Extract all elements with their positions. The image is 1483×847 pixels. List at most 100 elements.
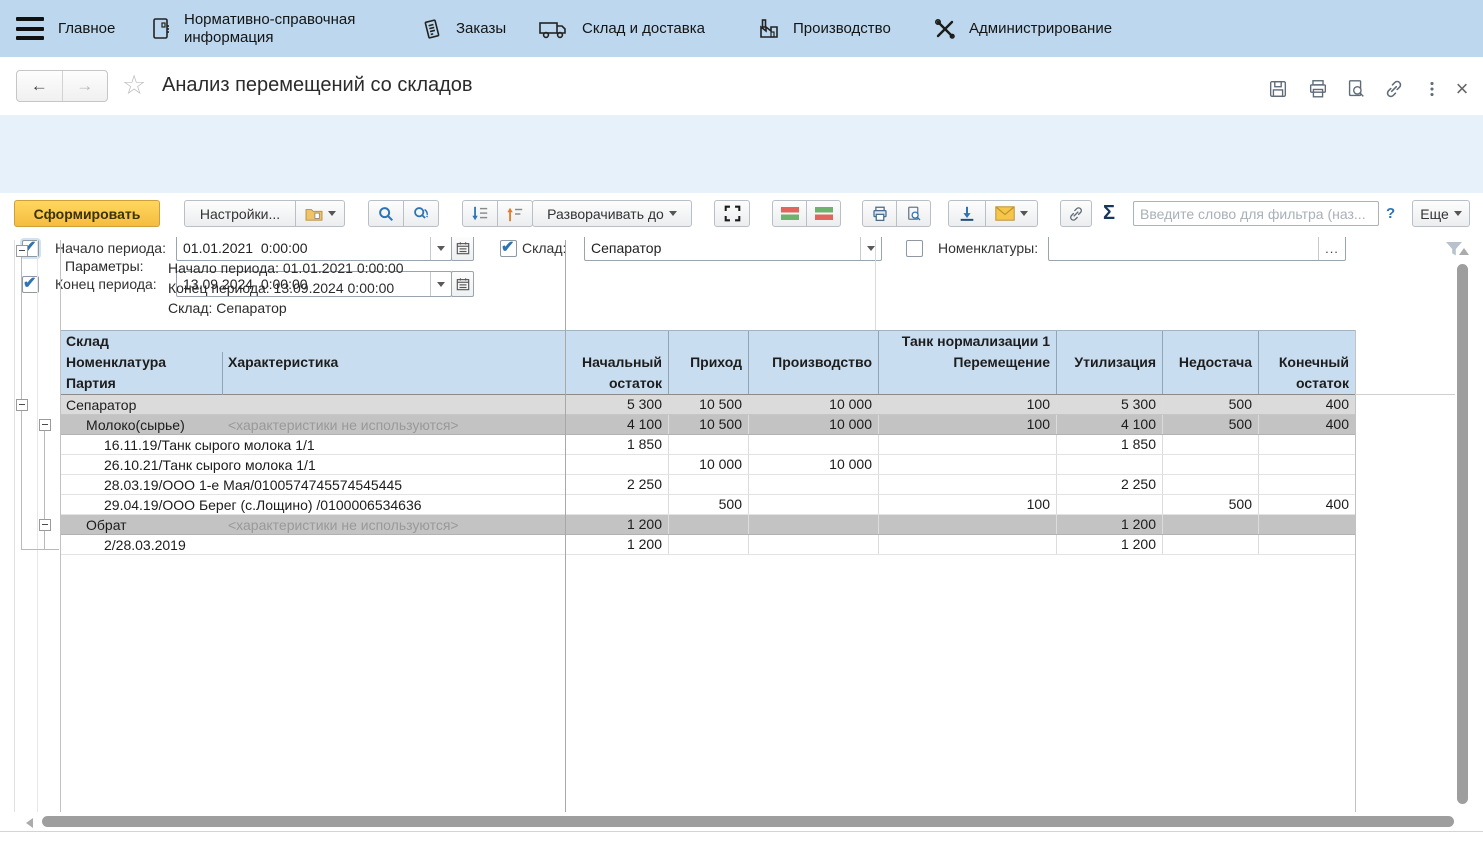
table-row[interactable]: Обрат<характеристики не используются>1 2… [60,515,1355,535]
expand-levels-button[interactable] [462,200,498,227]
cell-value[interactable] [1162,535,1258,554]
warehouse-checkbox[interactable] [500,240,517,257]
cell-value[interactable]: 4 100 [565,415,668,434]
table-row[interactable]: 29.04.19/ООО Берег (с.Лощино) /010000653… [60,495,1355,515]
cell-value[interactable]: 400 [1258,395,1355,414]
collapse-toggle[interactable] [39,519,51,531]
cell-value[interactable]: 400 [1258,495,1355,514]
cell-value[interactable] [1258,475,1355,494]
back-button[interactable]: ← [17,71,62,101]
cell-value[interactable] [1162,475,1258,494]
cell-value[interactable]: 500 [1162,415,1258,434]
table-row[interactable]: 2/28.03.20191 2001 200 [60,535,1355,555]
cell-value[interactable] [1258,455,1355,474]
more-dots-icon[interactable] [1420,77,1444,101]
chevron-down-icon[interactable] [860,236,881,260]
hamburger-menu-icon[interactable] [16,17,44,40]
cell-value[interactable]: 1 200 [565,535,668,554]
cell-value[interactable] [748,495,878,514]
row-label-cell[interactable]: Молоко(сырье)<характеристики не использу… [60,415,565,434]
cell-value[interactable] [668,515,748,534]
cell-value[interactable]: 5 300 [565,395,668,414]
cell-value[interactable]: 1 850 [1056,435,1162,454]
cell-value[interactable]: 500 [668,495,748,514]
scroll-up-arrow[interactable] [1459,248,1469,255]
cell-value[interactable]: 1 200 [565,515,668,534]
close-icon[interactable]: × [1450,77,1474,101]
quick-filter-input[interactable] [1133,201,1379,226]
cell-value[interactable]: 4 100 [1056,415,1162,434]
sum-sigma-button[interactable]: Σ [1103,200,1115,227]
cell-value[interactable]: 10 000 [748,415,878,434]
header-cell[interactable]: Приход [668,331,748,394]
header-cell[interactable]: Танк нормализации 1Перемещение [878,331,1056,394]
cell-value[interactable] [878,515,1056,534]
warehouse-input[interactable] [585,236,860,260]
cell-value[interactable] [878,535,1056,554]
table-row[interactable]: 28.03.19/ООО 1-е Мая/0100574745574545445… [60,475,1355,495]
header-cell[interactable]: Конечныйостаток [1258,331,1355,394]
fullscreen-button[interactable] [714,200,750,227]
menu-item-orders[interactable]: Заказы [420,0,506,57]
cell-value[interactable]: 10 000 [748,395,878,414]
settings-button[interactable]: Настройки... [184,200,296,227]
favorite-star-icon[interactable]: ☆ [122,70,146,100]
send-mail-button[interactable] [985,200,1038,227]
vertical-scrollbar[interactable] [1457,264,1468,804]
menu-item-main[interactable]: Главное [58,0,115,57]
collapse-toggle[interactable] [16,245,28,257]
row-label-cell[interactable]: 2/28.03.2019 [60,535,565,554]
report-variants-button[interactable] [295,200,345,227]
table-row[interactable]: 26.10.21/Танк сырого молока 1/110 00010 … [60,455,1355,475]
table-row[interactable]: 16.11.19/Танк сырого молока 1/11 8501 85… [60,435,1355,455]
cell-value[interactable]: 10 500 [668,395,748,414]
cell-value[interactable] [748,435,878,454]
cell-value[interactable] [878,475,1056,494]
expand-to-button[interactable]: Разворачивать до [532,200,692,227]
table-row[interactable]: Молоко(сырье)<характеристики не использу… [60,415,1355,435]
search-button[interactable] [368,200,404,227]
menu-item-production[interactable]: Производство [757,0,891,57]
cell-value[interactable]: 1 200 [1056,515,1162,534]
cell-value[interactable]: 100 [878,415,1056,434]
cell-value[interactable]: 1 850 [565,435,668,454]
cell-value[interactable]: 5 300 [1056,395,1162,414]
cell-value[interactable] [1162,455,1258,474]
cell-value[interactable] [565,455,668,474]
header-cell[interactable]: Недостача [1162,331,1258,394]
row-label-cell[interactable]: 26.10.21/Танк сырого молока 1/1 [60,455,565,474]
print-icon[interactable] [1306,77,1330,101]
generate-button[interactable]: Сформировать [14,200,160,227]
horizontal-scrollbar[interactable] [42,816,1454,827]
nomenclature-checkbox[interactable] [906,240,923,257]
cell-value[interactable] [748,475,878,494]
cell-value[interactable] [748,515,878,534]
start-calendar-button[interactable] [451,235,474,261]
row-label-cell[interactable]: Обрат<характеристики не используются> [60,515,565,534]
search-next-button[interactable] [403,200,439,227]
link-icon[interactable] [1382,77,1406,101]
nomenclature-input[interactable] [1049,236,1318,260]
cell-value[interactable] [668,475,748,494]
print-preview-button[interactable] [896,200,931,227]
menu-item-reference-info[interactable]: Нормативно-справочная информация [150,0,369,57]
cell-value[interactable] [1258,535,1355,554]
row-label-cell[interactable]: 28.03.19/ООО 1-е Мая/0100574745574545445 [60,475,565,494]
help-button[interactable]: ? [1386,205,1395,222]
header-cell[interactable]: Утилизация [1056,331,1162,394]
more-actions-button[interactable]: Еще [1412,200,1470,227]
cell-value[interactable] [1056,495,1162,514]
collapse-toggle[interactable] [16,399,28,411]
collapse-levels-button[interactable] [497,200,533,227]
row-label-cell[interactable]: 16.11.19/Танк сырого молока 1/1 [60,435,565,454]
negative-red-button[interactable] [772,200,807,227]
cell-value[interactable]: 100 [878,495,1056,514]
cell-value[interactable]: 100 [878,395,1056,414]
header-cell[interactable]: Производство [748,331,878,394]
scroll-left-arrow[interactable] [26,818,33,828]
start-period-input[interactable] [177,236,430,260]
cell-value[interactable]: 500 [1162,495,1258,514]
cell-value[interactable]: 400 [1258,415,1355,434]
cell-value[interactable]: 10 500 [668,415,748,434]
cell-value[interactable] [1056,455,1162,474]
